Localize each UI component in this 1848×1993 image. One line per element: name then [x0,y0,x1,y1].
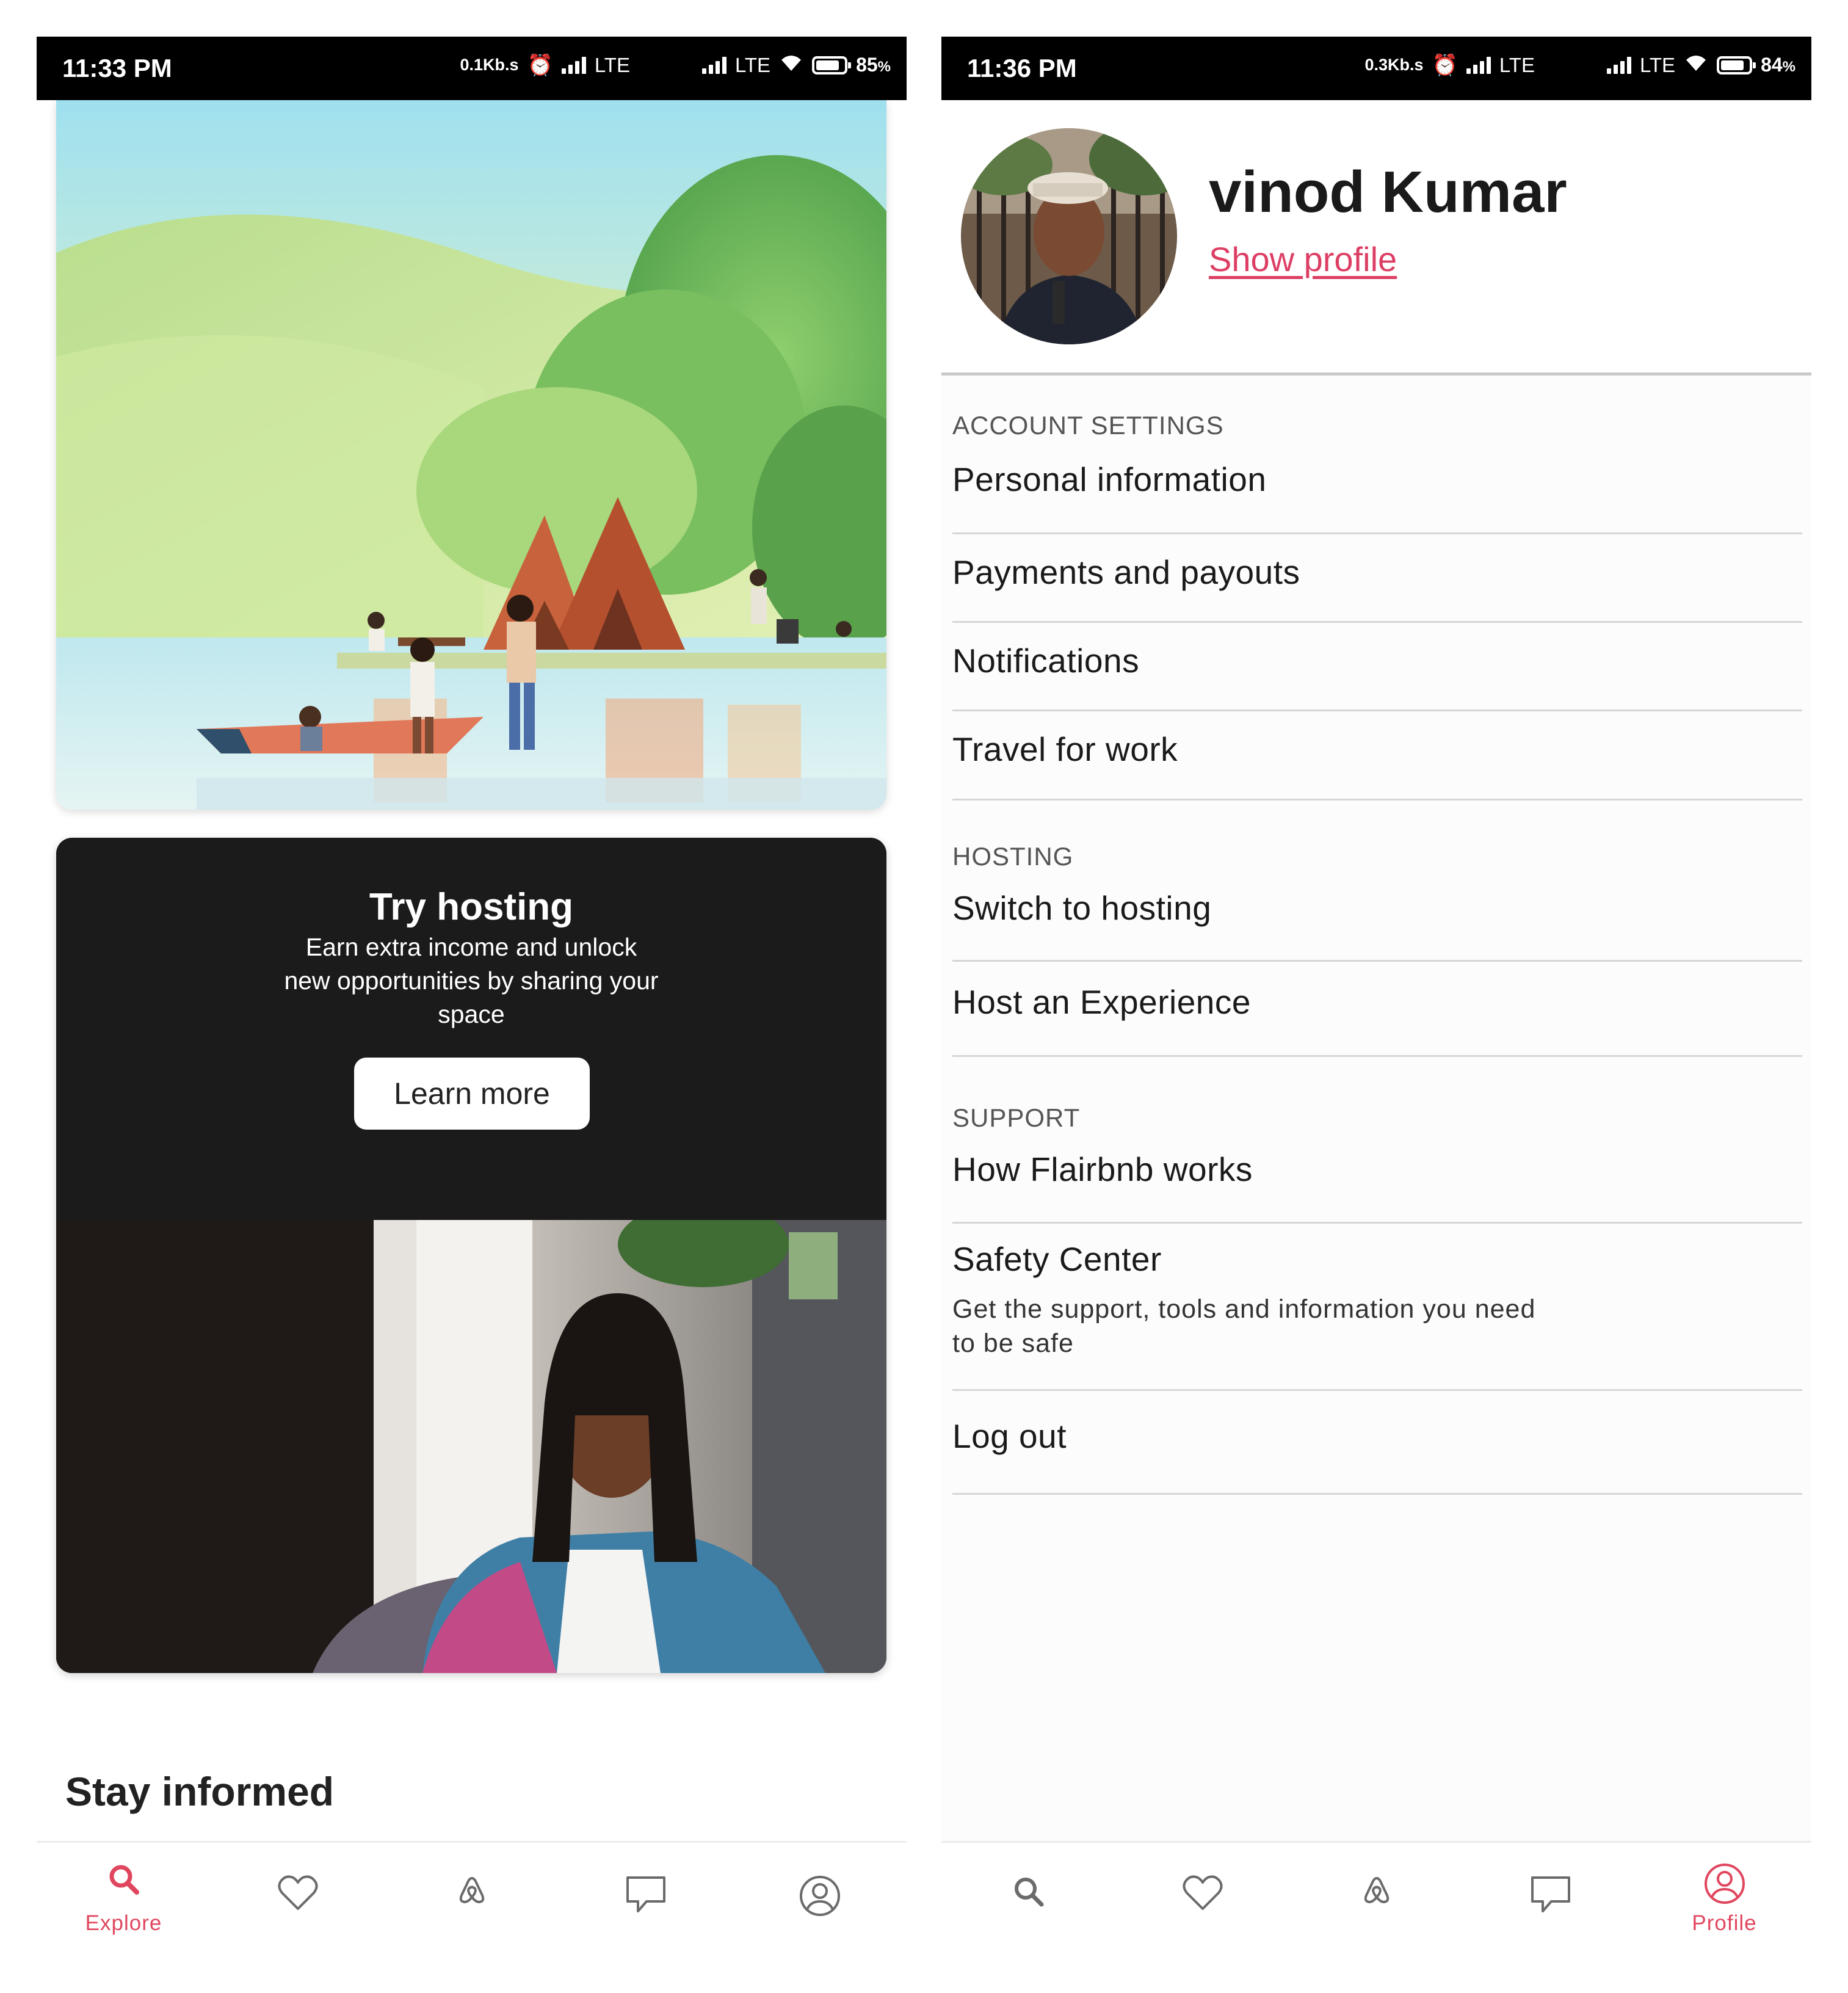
try-hosting-card: Try hosting Earn extra income and unlock… [56,838,886,1673]
signal-icon [561,56,586,74]
menu-item-travel-for-work[interactable]: Travel for work [952,711,1802,800]
menu-item-label: Log out [952,1417,1067,1455]
network-type: LTE [734,53,771,76]
status-icons: 0.1Kb.s ⏰ LTE LTE 85% [460,53,891,78]
nav-explore[interactable] [941,1843,1115,1962]
wifi-icon [779,53,803,78]
user-circle-icon [1704,1864,1745,1904]
battery-level [1721,60,1744,70]
nav-profile[interactable]: Profile [1637,1843,1811,1962]
section-header-hosting: HOSTING [952,842,1074,871]
menu-item-host-an-experience[interactable]: Host an Experience [952,962,1802,1057]
menu-item-label: Safety Center [952,1240,1162,1278]
network-type: LTE [1639,53,1676,76]
profile-screen: 11:36 PM 0.3Kb.s ⏰ LTE LTE 84% vinod Kum… [941,37,1811,1962]
profile-name: vinod Kumar [1209,159,1567,225]
signal-icon [1606,56,1631,74]
menu-item-label: Notifications [952,642,1140,680]
learn-more-button[interactable]: Learn more [354,1058,590,1130]
menu-item-payments-and-payouts[interactable]: Payments and payouts [952,534,1802,623]
nav-label: Explore [85,1911,162,1935]
menu-item-safety-center[interactable]: Safety Center Get the support, tools and… [952,1224,1802,1391]
nav-profile[interactable] [733,1843,907,1962]
section-header-support: SUPPORT [952,1103,1081,1132]
airbnb-logo-icon [1364,1877,1389,1903]
nav-trips[interactable] [1289,1843,1463,1962]
network-type: LTE [594,53,630,76]
bottom-nav: Explore [37,1841,907,1962]
section-header-account-settings: ACCOUNT SETTINGS [952,411,1224,440]
nav-explore[interactable]: Explore [37,1843,211,1962]
wifi-icon [1684,53,1708,78]
network-type: LTE [1499,53,1535,76]
user-circle-icon [799,1876,840,1916]
battery-icon [812,56,852,74]
menu-item-label: Payments and payouts [952,553,1300,591]
status-bar: 11:36 PM 0.3Kb.s ⏰ LTE LTE 84% [941,37,1811,100]
host-photo [56,1220,886,1673]
show-profile-link[interactable]: Show profile [1209,239,1397,279]
alarm-icon: ⏰ [1432,53,1458,77]
avatar[interactable] [961,128,1177,344]
settings-list: ACCOUNT SETTINGS Personal information Pa… [941,376,1811,1843]
menu-item-label: How Flairbnb works [952,1150,1253,1188]
nav-label: Profile [1692,1911,1757,1935]
airbnb-logo-icon [459,1877,484,1903]
menu-item-notifications[interactable]: Notifications [952,623,1802,711]
hero-illustration-card[interactable] [56,100,886,810]
status-bar: 11:33 PM 0.1Kb.s ⏰ LTE LTE 85% [37,37,907,100]
message-icon [626,1876,665,1912]
battery-percent: 85% [856,54,891,76]
battery-icon [1717,56,1756,74]
menu-item-label: Host an Experience [952,983,1251,1021]
network-speed: 0.1Kb.s [460,56,519,74]
signal-icon [1466,56,1491,74]
message-icon [1531,1876,1570,1912]
nav-inbox[interactable] [1463,1843,1637,1962]
explore-screen: 11:33 PM 0.1Kb.s ⏰ LTE LTE 85% Try hosti… [37,37,907,1962]
lake-cabins-illustration [56,100,886,810]
menu-item-label: Switch to hosting [952,889,1212,927]
battery-level [816,60,839,70]
stay-informed-heading: Stay informed [65,1769,335,1814]
menu-item-label: Personal information [952,460,1267,498]
signal-icon [701,56,727,74]
status-time: 11:36 PM [967,54,1077,82]
menu-item-label: Travel for work [952,730,1178,768]
menu-item-how-flairbnb-works[interactable]: How Flairbnb works [952,1135,1802,1224]
search-icon [1014,1878,1043,1907]
hosting-card-subtitle: Earn extra income and unlock new opportu… [284,933,659,1028]
menu-item-description: Get the support, tools and information y… [952,1294,1536,1358]
battery-percent: 84% [1761,54,1795,76]
menu-item-personal-information[interactable]: Personal information [952,443,1802,534]
menu-item-switch-to-hosting[interactable]: Switch to hosting [952,874,1802,962]
avatar-photo [961,128,1177,344]
menu-item-log-out[interactable]: Log out [952,1391,1802,1495]
bottom-nav: Profile [941,1841,1811,1962]
status-time: 11:33 PM [62,54,172,82]
nav-wishlists[interactable] [211,1843,385,1962]
nav-trips[interactable] [385,1843,559,1962]
nav-inbox[interactable] [559,1843,733,1962]
heart-icon [1182,1875,1223,1910]
network-speed: 0.3Kb.s [1364,56,1424,74]
search-icon [109,1865,139,1895]
heart-icon [277,1875,318,1910]
alarm-icon: ⏰ [527,53,553,77]
nav-wishlists[interactable] [1115,1843,1289,1962]
status-icons: 0.3Kb.s ⏰ LTE LTE 84% [1365,53,1795,78]
hosting-card-title: Try hosting [369,886,574,928]
